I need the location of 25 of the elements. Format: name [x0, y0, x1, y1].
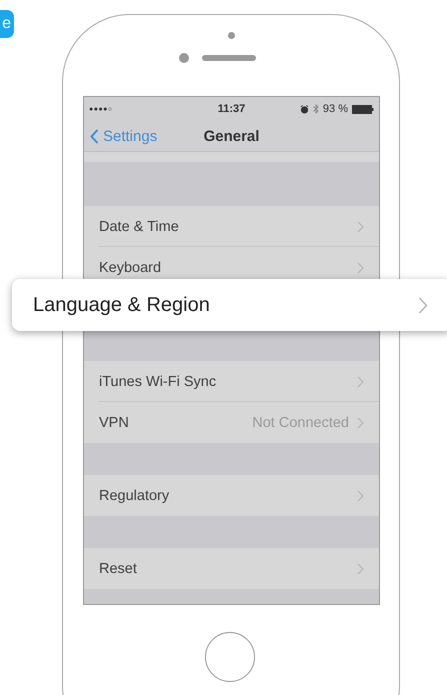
magnified-row-popup[interactable]: Language & Region	[12, 279, 447, 331]
chevron-icon	[357, 220, 364, 232]
chevron-icon	[357, 562, 364, 574]
tag-badge: e	[0, 10, 14, 38]
chevron-icon	[357, 262, 364, 274]
battery-percent: 93 %	[322, 103, 348, 115]
nav-title: General	[204, 128, 260, 144]
settings-row[interactable]: iTunes Wi-Fi Sync	[84, 361, 379, 402]
camera-icon	[228, 32, 234, 39]
chevron-icon	[357, 376, 364, 388]
chevron-icon	[418, 296, 428, 314]
battery-icon	[352, 104, 374, 114]
settings-row[interactable]: Regulatory	[84, 475, 379, 516]
chevron-icon	[357, 416, 364, 428]
chevron-icon	[357, 490, 364, 502]
home-button[interactable]	[205, 632, 255, 682]
back-chevron-icon	[90, 128, 99, 144]
bluetooth-icon	[312, 104, 319, 114]
status-time: 11:37	[218, 103, 246, 115]
speaker-icon	[202, 55, 256, 61]
settings-row[interactable]: Reset	[84, 548, 379, 589]
sensor-icon	[178, 53, 188, 63]
settings-row[interactable]: Date & Time	[84, 206, 379, 247]
settings-row[interactable]: VPN Not Connected	[84, 402, 379, 443]
alarm-icon	[300, 104, 309, 114]
